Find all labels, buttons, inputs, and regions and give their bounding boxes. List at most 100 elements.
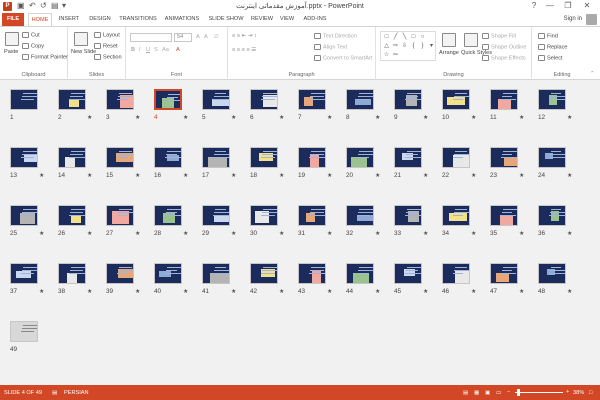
tab-home[interactable]: HOME xyxy=(28,13,52,27)
animation-star-icon[interactable]: ★ xyxy=(183,172,188,179)
animation-star-icon[interactable]: ★ xyxy=(375,230,380,237)
slide-thumbnail-18[interactable] xyxy=(250,147,278,168)
rectangle-shape-icon[interactable]: □ xyxy=(383,34,390,41)
italic-button[interactable]: I xyxy=(139,47,141,53)
slide-thumbnail-43[interactable] xyxy=(298,263,326,284)
animation-star-icon[interactable]: ★ xyxy=(567,288,572,295)
slide-thumbnail-8[interactable] xyxy=(346,89,374,110)
line-shape-icon-2[interactable]: ╲ xyxy=(401,34,408,41)
triangle-shape-icon[interactable]: △ xyxy=(383,43,390,50)
section-button[interactable]: Section xyxy=(94,54,122,60)
arrange-icon[interactable] xyxy=(442,33,456,47)
slideshow-view-icon[interactable]: ▭ xyxy=(496,390,501,396)
animation-star-icon[interactable]: ★ xyxy=(279,172,284,179)
animation-star-icon[interactable]: ★ xyxy=(39,230,44,237)
spell-check-icon[interactable]: ▤ xyxy=(52,390,57,396)
slide-thumbnail-30[interactable] xyxy=(250,205,278,226)
animation-star-icon[interactable]: ★ xyxy=(327,172,332,179)
slide-thumbnail-40[interactable] xyxy=(154,263,182,284)
slide-thumbnail-46[interactable] xyxy=(442,263,470,284)
slide-thumbnail-19[interactable] xyxy=(298,147,326,168)
slide-thumbnail-48[interactable] xyxy=(538,263,566,284)
new-slide-button[interactable]: New Slide xyxy=(71,49,96,55)
bullets-icon[interactable]: ≡ ≡ ⇤ ⇥ ↕ xyxy=(232,33,257,39)
tab-insert[interactable]: INSERT xyxy=(56,13,82,26)
slide-thumbnail-33[interactable] xyxy=(394,205,422,226)
slide-thumbnail-20[interactable] xyxy=(346,147,374,168)
animation-star-icon[interactable]: ★ xyxy=(87,230,92,237)
animation-star-icon[interactable]: ★ xyxy=(87,288,92,295)
avatar[interactable] xyxy=(586,14,597,25)
animation-star-icon[interactable]: ★ xyxy=(423,230,428,237)
slide-thumbnail-47[interactable] xyxy=(490,263,518,284)
tab-transitions[interactable]: TRANSITIONS xyxy=(118,13,158,26)
animation-star-icon[interactable]: ★ xyxy=(471,288,476,295)
slide-thumbnail-13[interactable] xyxy=(10,147,38,168)
new-slide-icon[interactable] xyxy=(74,32,88,46)
animation-star-icon[interactable]: ★ xyxy=(375,288,380,295)
font-color-button[interactable]: A xyxy=(176,47,180,53)
slide-thumbnail-3[interactable] xyxy=(106,89,134,110)
animation-star-icon[interactable]: ★ xyxy=(567,172,572,179)
animation-star-icon[interactable]: ★ xyxy=(231,114,236,121)
slide-thumbnail-28[interactable] xyxy=(154,205,182,226)
slide-thumbnail-41[interactable] xyxy=(202,263,230,284)
slide-thumbnail-35[interactable] xyxy=(490,205,518,226)
slide-thumbnail-6[interactable] xyxy=(250,89,278,110)
gallery-more-icon[interactable]: ▾ xyxy=(428,43,435,50)
animation-star-icon[interactable]: ★ xyxy=(135,172,140,179)
layout-button[interactable]: Layout xyxy=(94,32,120,38)
zoom-in-icon[interactable]: + xyxy=(566,389,569,395)
collapse-ribbon-icon[interactable]: ⌃ xyxy=(590,71,595,77)
animation-star-icon[interactable]: ★ xyxy=(471,114,476,121)
animation-star-icon[interactable]: ★ xyxy=(327,288,332,295)
tab-slide-show[interactable]: SLIDE SHOW xyxy=(207,13,245,26)
animation-star-icon[interactable]: ★ xyxy=(375,172,380,179)
underline-button[interactable]: U xyxy=(146,47,150,53)
animation-star-icon[interactable]: ★ xyxy=(567,230,572,237)
animation-star-icon[interactable]: ★ xyxy=(279,230,284,237)
close-button[interactable]: ✕ xyxy=(580,1,594,10)
slide-thumbnail-10[interactable] xyxy=(442,89,470,110)
find-button[interactable]: Find xyxy=(538,33,558,39)
slide-thumbnail-7[interactable] xyxy=(298,89,326,110)
clear-format-icon[interactable]: ∅ xyxy=(214,34,219,40)
animation-star-icon[interactable]: ★ xyxy=(231,172,236,179)
animation-star-icon[interactable]: ★ xyxy=(183,230,188,237)
zoom-level[interactable]: 38% xyxy=(573,390,584,396)
tab-animations[interactable]: ANIMATIONS xyxy=(162,13,202,26)
text-direction-button[interactable]: Text Direction xyxy=(314,33,357,39)
brace-shape-icon[interactable]: { xyxy=(410,43,417,50)
animation-star-icon[interactable]: ★ xyxy=(135,230,140,237)
sign-in-link[interactable]: Sign in xyxy=(564,16,582,22)
animation-star-icon[interactable]: ★ xyxy=(87,172,92,179)
brace-shape-icon-2[interactable]: } xyxy=(419,43,426,50)
slide-thumbnail-2[interactable] xyxy=(58,89,86,110)
help-button[interactable]: ? xyxy=(527,1,541,10)
animation-star-icon[interactable]: ★ xyxy=(375,114,380,121)
bold-button[interactable]: B xyxy=(131,47,135,53)
animation-star-icon[interactable]: ★ xyxy=(231,230,236,237)
animation-star-icon[interactable]: ★ xyxy=(279,114,284,121)
oval-shape-icon[interactable]: ○ xyxy=(419,34,426,41)
slide-thumbnail-31[interactable] xyxy=(298,205,326,226)
animation-star-icon[interactable]: ★ xyxy=(135,114,140,121)
slide-thumbnail-39[interactable] xyxy=(106,263,134,284)
slide-thumbnail-11[interactable] xyxy=(490,89,518,110)
normal-view-icon[interactable]: ▤ xyxy=(463,390,468,396)
animation-star-icon[interactable]: ★ xyxy=(519,114,524,121)
star-shape-icon[interactable]: ☆ xyxy=(383,52,390,59)
slide-thumbnail-45[interactable] xyxy=(394,263,422,284)
animation-star-icon[interactable]: ★ xyxy=(231,288,236,295)
tab-design[interactable]: DESIGN xyxy=(86,13,114,26)
tab-file[interactable]: FILE xyxy=(2,13,24,26)
slide-thumbnail-4[interactable] xyxy=(154,89,182,110)
tab-review[interactable]: REVIEW xyxy=(250,13,274,26)
tab-view[interactable]: VIEW xyxy=(278,13,296,26)
slide-thumbnail-16[interactable] xyxy=(154,147,182,168)
zoom-slider[interactable] xyxy=(515,392,563,393)
slide-thumbnail-27[interactable] xyxy=(106,205,134,226)
select-button[interactable]: Select xyxy=(538,55,563,61)
slide-thumbnail-24[interactable] xyxy=(538,147,566,168)
animation-star-icon[interactable]: ★ xyxy=(519,230,524,237)
